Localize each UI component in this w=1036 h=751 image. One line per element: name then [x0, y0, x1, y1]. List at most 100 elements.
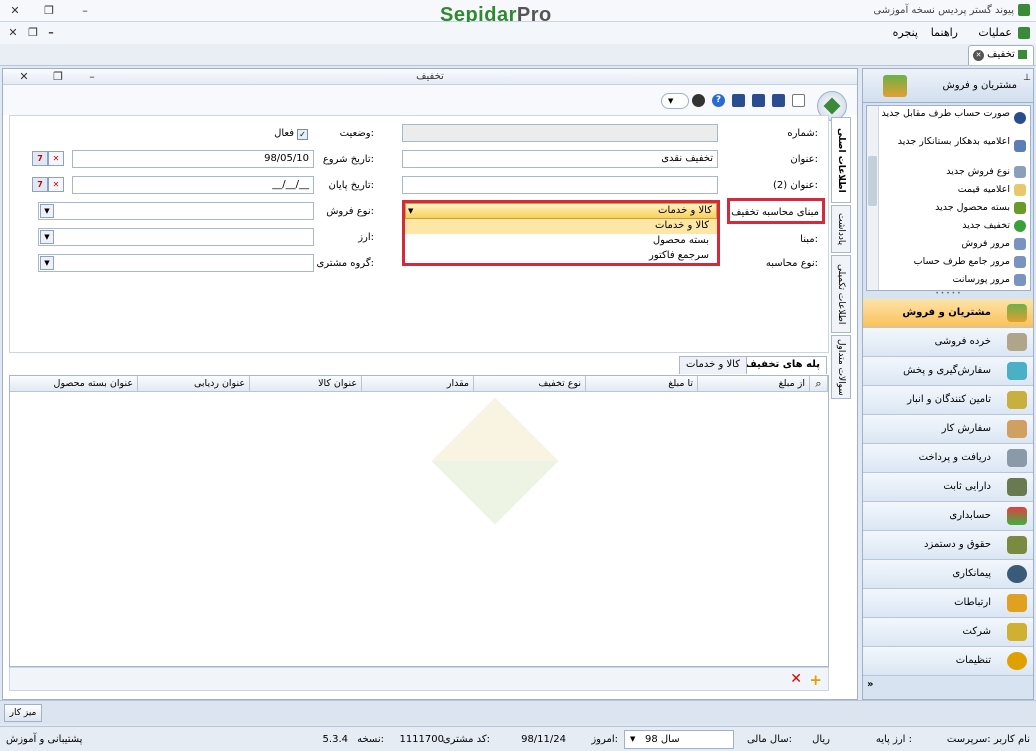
module-settings[interactable]: تنظیمات — [863, 647, 1033, 676]
customer-group-select[interactable]: ▼ — [38, 254, 314, 272]
work-order-icon — [1007, 420, 1027, 438]
quick-item-new-package[interactable]: بسته محصول جدید — [880, 202, 1010, 213]
pin-icon[interactable]: ⊥ — [1023, 73, 1031, 83]
module-communications[interactable]: ارتباطات — [863, 589, 1033, 618]
tab-close-icon[interactable]: ✕ — [973, 50, 984, 61]
col-to-amount[interactable]: تا مبلغ — [586, 376, 698, 392]
module-receipt-payment[interactable]: دریافت و پرداخت — [863, 444, 1033, 473]
col-tracking-title[interactable]: عنوان ردیابی — [138, 376, 250, 392]
tab-main-info[interactable]: اطلاعات اصلی — [831, 117, 851, 203]
module-customers-sales[interactable]: مشتریان و فروش — [863, 299, 1033, 328]
basis-select[interactable]: کالا و خدمات ▼ — [405, 203, 717, 219]
tab-faq[interactable]: سوالات متداول — [831, 335, 851, 399]
toolbar-more-dropdown[interactable]: ▼ — [661, 93, 689, 109]
quick-list-scrollbar[interactable] — [867, 106, 879, 290]
start-date-label: تاریخ شروع: — [322, 154, 374, 165]
tab-icon — [1018, 49, 1027, 59]
mdi-restore-icon[interactable]: ❐ — [24, 25, 42, 41]
save-new-icon[interactable] — [752, 94, 765, 107]
payroll-icon — [1007, 536, 1027, 554]
quick-item-new-sale-type[interactable]: نوع فروش جدید — [880, 166, 1010, 177]
mdi-close-icon[interactable]: ✕ — [4, 25, 22, 41]
splitter-grip[interactable]: • • • • • — [863, 291, 1033, 297]
tools-icon[interactable] — [692, 94, 705, 107]
module-fixed-assets[interactable]: دارایی ثابت — [863, 473, 1033, 502]
col-item-title[interactable]: عنوان کالا — [250, 376, 362, 392]
title2-input[interactable] — [402, 176, 718, 194]
currency-label: ارز: — [358, 232, 374, 243]
help-icon[interactable]: ? — [712, 94, 725, 107]
menu-operations[interactable]: عملیات — [978, 26, 1012, 39]
tab-notes[interactable]: یادداشت — [831, 205, 851, 253]
status-base-currency-label: ارز پایه : — [875, 734, 912, 745]
tab-discount[interactable]: تخفیف ✕ — [968, 45, 1034, 65]
fiscal-year-chevron-icon[interactable]: ▼ — [630, 731, 635, 748]
grid-search-icon[interactable]: ⌕ — [810, 376, 828, 392]
calc-type-label: نوع محاسبه: — [765, 258, 818, 269]
tab-extra-info[interactable]: اطلاعات تکمیلی — [831, 255, 851, 333]
active-checkbox[interactable]: ✓ — [297, 129, 308, 140]
end-date-input[interactable]: __/__/__ — [72, 176, 314, 194]
col-package-title[interactable]: عنوان بسته محصول — [10, 376, 138, 392]
mdi-minimize-icon[interactable]: – — [42, 25, 60, 41]
tab-goods-services[interactable]: کالا و خدمات — [679, 356, 747, 374]
col-from-amount[interactable]: از مبلغ — [698, 376, 810, 392]
quick-item-browse-sales[interactable]: مرور فروش — [880, 238, 1011, 249]
col-amount[interactable]: مقدار — [362, 376, 474, 392]
module-retail[interactable]: خرده فروشی — [863, 328, 1033, 357]
browse-sales-icon — [1014, 238, 1026, 250]
basis-option-goods[interactable]: کالا و خدمات — [405, 219, 717, 234]
fiscal-year-select[interactable]: سال 98 ▼ — [624, 730, 734, 749]
support-link[interactable]: پشتیبانی و آموزش — [6, 734, 82, 745]
module-accounting[interactable]: حسابداری — [863, 502, 1033, 531]
basis-option-package[interactable]: بسته محصول — [405, 234, 717, 249]
new-document-icon[interactable] — [792, 94, 805, 107]
col-discount-type[interactable]: نوع تخفیف — [474, 376, 586, 392]
form-close-icon[interactable]: ✕ — [15, 69, 33, 85]
sidebar-expand-icon[interactable]: » — [867, 679, 873, 690]
quick-item-counterparty-invoice[interactable]: صورت حساب طرف مقابل جدید — [880, 108, 1010, 119]
close-icon[interactable]: ✕ — [6, 3, 24, 19]
minimize-icon[interactable]: – — [76, 3, 94, 19]
chevron-down-icon[interactable]: ▼ — [408, 204, 413, 218]
sale-type-chevron-icon[interactable]: ▼ — [40, 204, 54, 218]
currency-select[interactable]: ▼ — [38, 228, 314, 246]
app-title: پیوند گستر پردیس نسخه آموزشی — [873, 5, 1014, 16]
module-payroll[interactable]: حقوق و دستمزد — [863, 531, 1033, 560]
module-ordering-distribution[interactable]: سفارش‌گیری و پخش — [863, 357, 1033, 386]
base-label: مبنا: — [800, 234, 818, 245]
add-row-icon[interactable]: + — [809, 671, 822, 689]
end-date-clear-icon[interactable]: ✕ — [48, 177, 64, 192]
module-suppliers-warehouse[interactable]: تامین کنندگان و انبار — [863, 386, 1033, 415]
currency-chevron-icon[interactable]: ▼ — [40, 230, 54, 244]
start-date-input[interactable]: 98/05/10 — [72, 150, 314, 168]
end-date-calendar-icon[interactable]: 7 — [32, 177, 48, 192]
tab-discount-steps[interactable]: پله های تخفیف — [738, 356, 827, 374]
quick-item-price-notice[interactable]: اعلامیه قیمت — [880, 184, 1010, 195]
module-contracting[interactable]: پیمانکاری — [863, 560, 1033, 589]
customer-group-chevron-icon[interactable]: ▼ — [40, 256, 54, 270]
menu-help[interactable]: راهنما — [931, 26, 958, 39]
menu-window[interactable]: پنجره — [893, 26, 918, 39]
suppliers-icon — [1007, 391, 1027, 409]
quick-item-debit-credit[interactable]: اعلامیه بدهکار بستانکار جدید — [880, 136, 1010, 147]
delete-row-icon[interactable]: ✕ — [790, 671, 802, 687]
quick-item-new-discount[interactable]: تخفیف جدید — [880, 220, 1010, 231]
basis-option-invoice[interactable]: سرجمع فاکتور — [405, 249, 717, 264]
module-work-order[interactable]: سفارش کار — [863, 415, 1033, 444]
save-close-icon[interactable] — [732, 94, 745, 107]
number-input[interactable] — [402, 124, 718, 142]
start-date-calendar-icon[interactable]: 7 — [32, 151, 48, 166]
start-date-clear-icon[interactable]: ✕ — [48, 151, 64, 166]
status-fiscal-year-label: سال مالی: — [746, 734, 792, 745]
save-icon[interactable] — [772, 94, 785, 107]
title-input[interactable]: تخفیف نقدی — [402, 150, 718, 168]
sale-type-select[interactable]: ▼ — [38, 202, 314, 220]
maximize-icon[interactable]: ❐ — [40, 3, 58, 19]
quick-item-browse-accounts[interactable]: مرور جامع طرف حساب — [880, 256, 1010, 267]
quick-item-browse-commission[interactable]: مرور پورسانت — [880, 274, 1011, 285]
form-restore-icon[interactable]: ❐ — [49, 69, 67, 85]
module-company[interactable]: شرکت — [863, 618, 1033, 647]
desk-button[interactable]: میز کار — [4, 704, 42, 722]
form-minimize-icon[interactable]: – — [83, 69, 101, 85]
